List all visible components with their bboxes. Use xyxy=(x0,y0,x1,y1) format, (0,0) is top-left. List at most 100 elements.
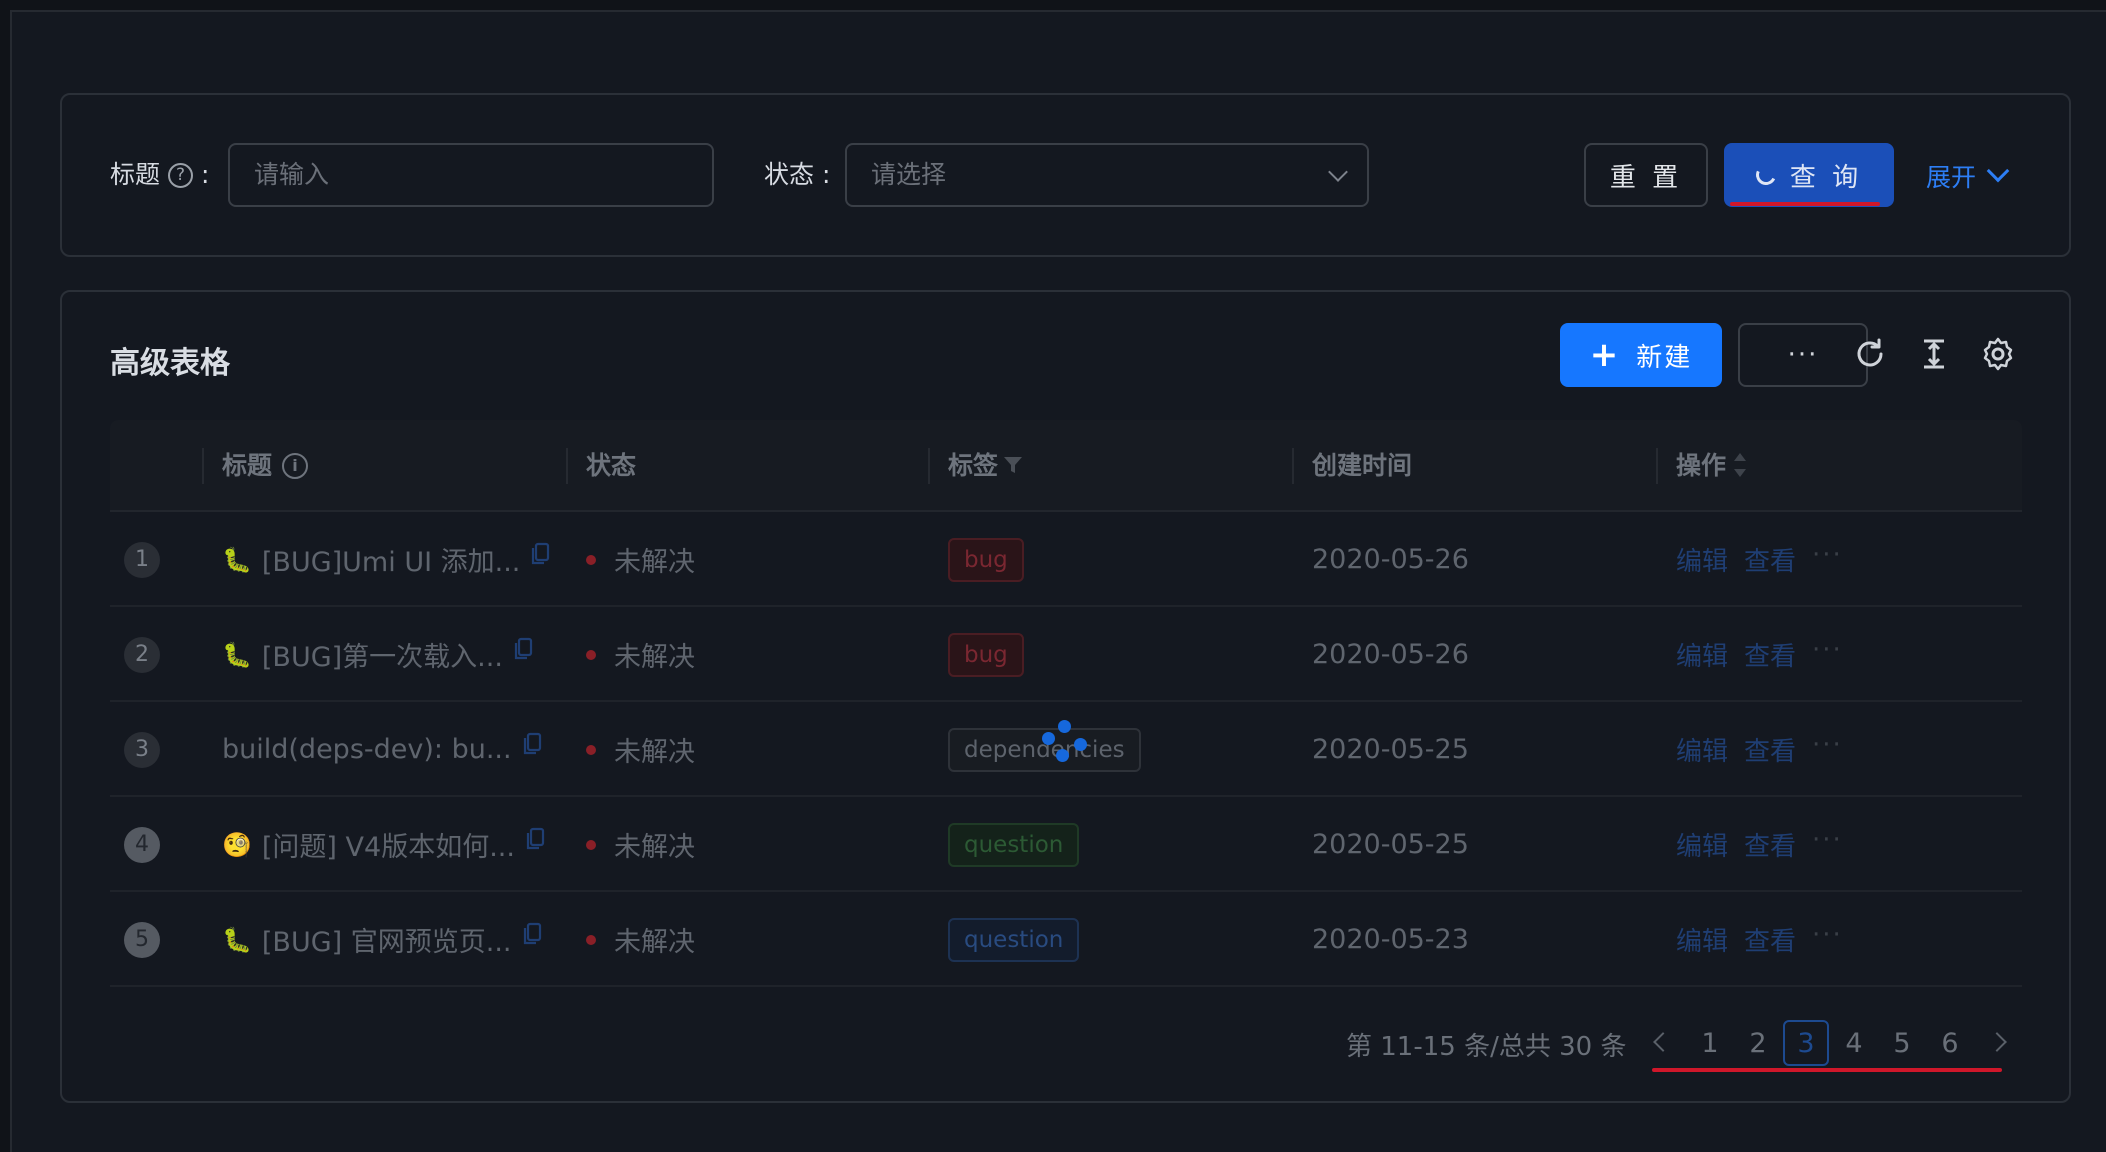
status-dot xyxy=(586,649,596,660)
tag-cell: bug xyxy=(948,512,1024,607)
title-label-text: 标题 xyxy=(110,160,161,189)
column-separator xyxy=(928,448,930,484)
row-index-cell: 4 xyxy=(124,797,160,892)
status-select[interactable]: 请选择 xyxy=(845,143,1369,207)
column-title-label: 标题 xyxy=(222,451,273,480)
row-index-badge: 2 xyxy=(124,636,160,673)
row-index-badge: 3 xyxy=(124,731,160,768)
reset-button[interactable]: 重 置 xyxy=(1584,143,1708,207)
reload-icon[interactable] xyxy=(1852,336,1888,372)
row-emoji: 🐛 xyxy=(222,545,252,574)
edit-link[interactable]: 编辑 xyxy=(1676,731,1728,768)
sort-icon[interactable] xyxy=(1732,450,1748,480)
row-created: 2020-05-25 xyxy=(1312,734,1469,765)
view-link[interactable]: 查看 xyxy=(1744,731,1796,768)
status-field-label: 状态 : xyxy=(764,158,830,192)
tag-cell: question xyxy=(948,797,1080,892)
status-cell: 未解决 xyxy=(586,892,695,987)
status-cell: 未解决 xyxy=(586,607,695,702)
label-colon: : xyxy=(822,160,831,189)
page-item-1[interactable]: 1 xyxy=(1687,1020,1733,1066)
status-cell: 未解决 xyxy=(586,512,695,607)
title-input[interactable]: 请输入 xyxy=(228,143,714,207)
plus-icon: + xyxy=(1589,335,1621,375)
row-title: [BUG]Umi UI 添加... xyxy=(261,547,521,578)
row-tag: question xyxy=(948,917,1080,962)
query-button-label: 查 询 xyxy=(1789,162,1863,193)
status-select-placeholder: 请选择 xyxy=(871,160,947,189)
column-separator xyxy=(566,448,568,484)
row-more-link[interactable]: ··· xyxy=(1812,920,1843,950)
column-header-title: 标题 i xyxy=(222,420,309,512)
row-created: 2020-05-26 xyxy=(1312,639,1469,670)
title-cell: 🐛 [BUG] 官网预览页... xyxy=(222,892,542,987)
copy-icon[interactable] xyxy=(522,922,542,946)
row-title: [BUG]第一次载入... xyxy=(261,642,503,673)
row-index-badge: 1 xyxy=(124,541,160,578)
status-cell: 未解决 xyxy=(586,797,695,892)
status-dot xyxy=(586,934,596,945)
loading-spinner-icon xyxy=(1753,162,1779,188)
row-more-link[interactable]: ··· xyxy=(1812,635,1843,665)
pagination-total: 第 11-15 条/总共 30 条 xyxy=(1346,1032,1627,1062)
status-dot xyxy=(586,744,596,755)
edit-link[interactable]: 编辑 xyxy=(1676,826,1728,863)
expand-link[interactable]: 展开 xyxy=(1926,158,2010,194)
column-separator xyxy=(1656,448,1658,484)
question-circle-icon[interactable]: ? xyxy=(168,162,194,188)
row-status: 未解决 xyxy=(614,832,695,863)
filter-icon[interactable] xyxy=(1002,454,1024,476)
title-cell: 🐛 [BUG]第一次载入... xyxy=(222,607,533,702)
title-cell: 🐛 [BUG]Umi UI 添加... xyxy=(222,512,550,607)
row-status: 未解决 xyxy=(614,547,695,578)
new-button[interactable]: + 新建 xyxy=(1560,323,1722,387)
view-link[interactable]: 查看 xyxy=(1744,636,1796,673)
actions-cell: 编辑 查看 ··· xyxy=(1676,702,1843,797)
tag-cell: bug xyxy=(948,607,1024,702)
new-button-label: 新建 xyxy=(1636,342,1693,373)
column-height-icon[interactable] xyxy=(1916,336,1952,372)
row-created: 2020-05-23 xyxy=(1312,924,1469,955)
title-input-placeholder: 请输入 xyxy=(254,160,330,189)
row-title: [BUG] 官网预览页... xyxy=(261,927,512,958)
edit-link[interactable]: 编辑 xyxy=(1676,636,1728,673)
created-cell: 2020-05-25 xyxy=(1312,702,1469,797)
title-field-label: 标题 ? : xyxy=(110,158,209,192)
row-tag: bug xyxy=(948,632,1024,677)
annotation-underline xyxy=(1730,202,1880,206)
page-item-2[interactable]: 2 xyxy=(1735,1020,1781,1066)
page-item-3[interactable]: 3 xyxy=(1783,1020,1829,1066)
info-circle-icon[interactable]: i xyxy=(282,453,309,479)
view-link[interactable]: 查看 xyxy=(1744,541,1796,578)
row-more-link[interactable]: ··· xyxy=(1812,540,1843,570)
table-header: 标题 i 状态 标签 创建时间 操作 xyxy=(110,420,2022,512)
table-row: 5 🐛 [BUG] 官网预览页... 未解决 question 2020-05-… xyxy=(110,892,2022,987)
page-item-6[interactable]: 6 xyxy=(1927,1020,1973,1066)
actions-cell: 编辑 查看 ··· xyxy=(1676,607,1843,702)
query-button[interactable]: 查 询 xyxy=(1724,143,1894,207)
actions-cell: 编辑 查看 ··· xyxy=(1676,797,1843,892)
view-link[interactable]: 查看 xyxy=(1744,826,1796,863)
copy-icon[interactable] xyxy=(513,637,533,661)
copy-icon[interactable] xyxy=(522,732,542,756)
page-item-4[interactable]: 4 xyxy=(1831,1020,1877,1066)
status-cell: 未解决 xyxy=(586,702,695,797)
status-dot xyxy=(586,554,596,565)
setting-icon[interactable] xyxy=(1980,336,2016,372)
table-title: 高级表格 xyxy=(110,346,230,381)
view-link[interactable]: 查看 xyxy=(1744,921,1796,958)
actions-cell: 编辑 查看 ··· xyxy=(1676,892,1843,987)
page-item-5[interactable]: 5 xyxy=(1879,1020,1925,1066)
column-status-label: 状态 xyxy=(586,451,637,480)
more-button[interactable]: ··· xyxy=(1738,323,1868,387)
row-status: 未解决 xyxy=(614,927,695,958)
row-emoji: 🧐 xyxy=(222,830,252,859)
copy-icon[interactable] xyxy=(530,542,550,566)
edit-link[interactable]: 编辑 xyxy=(1676,921,1728,958)
copy-icon[interactable] xyxy=(525,827,545,851)
row-title: build(deps-dev): bu... xyxy=(222,734,512,765)
row-index-cell: 3 xyxy=(124,702,160,797)
row-more-link[interactable]: ··· xyxy=(1812,825,1843,855)
edit-link[interactable]: 编辑 xyxy=(1676,541,1728,578)
row-more-link[interactable]: ··· xyxy=(1812,730,1843,760)
